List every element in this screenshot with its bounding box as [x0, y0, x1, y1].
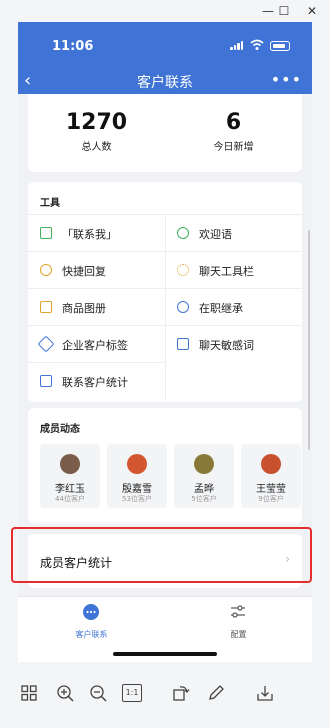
- zoom-in-icon[interactable]: [56, 684, 74, 702]
- tool-label: 欢迎语: [199, 228, 232, 241]
- member-customer-count: 9位客户: [258, 495, 284, 503]
- tab-bar: 客户联系 配置: [18, 596, 312, 646]
- page-title: 客户联系: [137, 75, 193, 91]
- tool-product-catalog[interactable]: 商品图册: [28, 288, 165, 324]
- status-time: 11:06: [52, 39, 94, 54]
- rotate-icon[interactable]: [172, 684, 190, 702]
- tool-sensitive-words[interactable]: 聊天敏感词: [165, 325, 302, 361]
- sliders-icon: [231, 605, 245, 618]
- wifi-icon: [250, 39, 264, 50]
- stats-chart-icon: [40, 375, 52, 387]
- download-icon[interactable]: [256, 684, 274, 702]
- member-customer-count: 53位客户: [122, 495, 152, 503]
- tool-label: 聊天敏感词: [199, 339, 254, 352]
- member-activity-title: 成员动态: [40, 424, 80, 435]
- app-frame: — ☐ ✕ 11:06 ‹ 客户联系 ••• 1270 总人数 6 今日新增 工…: [0, 0, 330, 728]
- tool-label: 聊天工具栏: [199, 265, 254, 278]
- tool-contact-me[interactable]: 「联系我」: [28, 214, 165, 250]
- home-indicator[interactable]: [113, 652, 217, 656]
- avatar: [60, 454, 80, 474]
- member-name: 王莹莹: [256, 484, 286, 495]
- hi-bubble-icon: [177, 227, 189, 239]
- tool-transfer[interactable]: 在职继承: [165, 288, 302, 324]
- member-card[interactable]: 王莹莹 9位客户: [241, 444, 301, 508]
- tool-welcome-message[interactable]: 欢迎语: [165, 214, 302, 250]
- tab-label: 客户联系: [75, 630, 108, 639]
- battery-icon: [270, 41, 290, 51]
- window-titlebar: — ☐ ✕: [0, 0, 330, 22]
- tool-label: 联系客户统计: [62, 376, 128, 389]
- edit-icon[interactable]: [207, 684, 225, 702]
- member-name: 殷嘉雪: [122, 484, 152, 495]
- tab-label: 配置: [230, 630, 247, 639]
- member-card[interactable]: 李红玉 44位客户: [40, 444, 100, 508]
- today-new-label: 今日新增: [213, 142, 254, 153]
- zoom-out-icon[interactable]: [89, 684, 107, 702]
- transfer-icon: [177, 301, 189, 313]
- close-button[interactable]: ✕: [304, 3, 320, 19]
- tools-card: 工具 「联系我」 欢迎语 快捷回复 聊天工具栏 商品图册 在职继承 企业客户标签…: [28, 182, 302, 402]
- stats-card: 1270 总人数 6 今日新增: [28, 94, 302, 172]
- tool-contact-stats[interactable]: 联系客户统计: [28, 362, 165, 398]
- total-label: 总人数: [81, 142, 112, 153]
- quick-reply-icon: [40, 264, 52, 276]
- minimize-button[interactable]: —: [260, 3, 276, 19]
- phone-status-bar: 11:06: [18, 22, 312, 68]
- actual-size-icon[interactable]: 1:1: [122, 684, 142, 702]
- avatar: [127, 454, 147, 474]
- tool-label: 快捷回复: [62, 265, 106, 278]
- sensitive-word-icon: [177, 338, 189, 350]
- avatar: [261, 454, 281, 474]
- tool-quick-reply[interactable]: 快捷回复: [28, 251, 165, 287]
- toolbar-icon: [177, 264, 189, 276]
- total-count: 1270: [65, 110, 128, 135]
- tool-label: 在职继承: [199, 302, 243, 315]
- member-activity-card: 成员动态 李红玉 44位客户 殷嘉雪 53位客户 孟晔 5位客户 王莹莹 9位客…: [28, 408, 302, 524]
- member-card[interactable]: 孟晔 5位客户: [174, 444, 234, 508]
- catalog-icon: [40, 301, 52, 313]
- member-customer-stats-row[interactable]: 成员客户统计 ›: [28, 534, 302, 588]
- chevron-right-icon: ›: [285, 552, 290, 566]
- nav-bar: ‹ 客户联系 •••: [18, 68, 312, 94]
- tool-chat-toolbar[interactable]: 聊天工具栏: [165, 251, 302, 287]
- maximize-button[interactable]: ☐: [276, 3, 292, 19]
- scrollbar[interactable]: [308, 230, 310, 450]
- tools-title: 工具: [40, 198, 60, 209]
- member-name: 孟晔: [194, 484, 214, 495]
- member-customer-count: 5位客户: [191, 495, 217, 503]
- member-card[interactable]: 殷嘉雪 53位客户: [107, 444, 167, 508]
- qr-chat-icon: [40, 227, 52, 239]
- tool-label: 「联系我」: [62, 228, 117, 241]
- tag-icon: [37, 335, 55, 353]
- chat-bubble-icon: [83, 604, 99, 620]
- viewer-toolbar: 1:1: [0, 668, 330, 728]
- grid-icon[interactable]: [20, 684, 38, 702]
- member-customer-stats-label: 成员客户统计: [40, 556, 113, 570]
- tool-customer-tags[interactable]: 企业客户标签: [28, 325, 165, 361]
- tool-label: 企业客户标签: [62, 339, 128, 352]
- signal-icon: [230, 41, 244, 50]
- today-new-count: 6: [225, 110, 242, 135]
- main-content: 1270 总人数 6 今日新增 工具 「联系我」 欢迎语 快捷回复 聊天工具栏: [18, 94, 312, 596]
- avatar: [194, 454, 214, 474]
- more-icon[interactable]: •••: [271, 70, 302, 89]
- tool-label: 商品图册: [62, 302, 106, 315]
- member-customer-count: 44位客户: [55, 495, 85, 503]
- member-name: 李红玉: [55, 484, 85, 495]
